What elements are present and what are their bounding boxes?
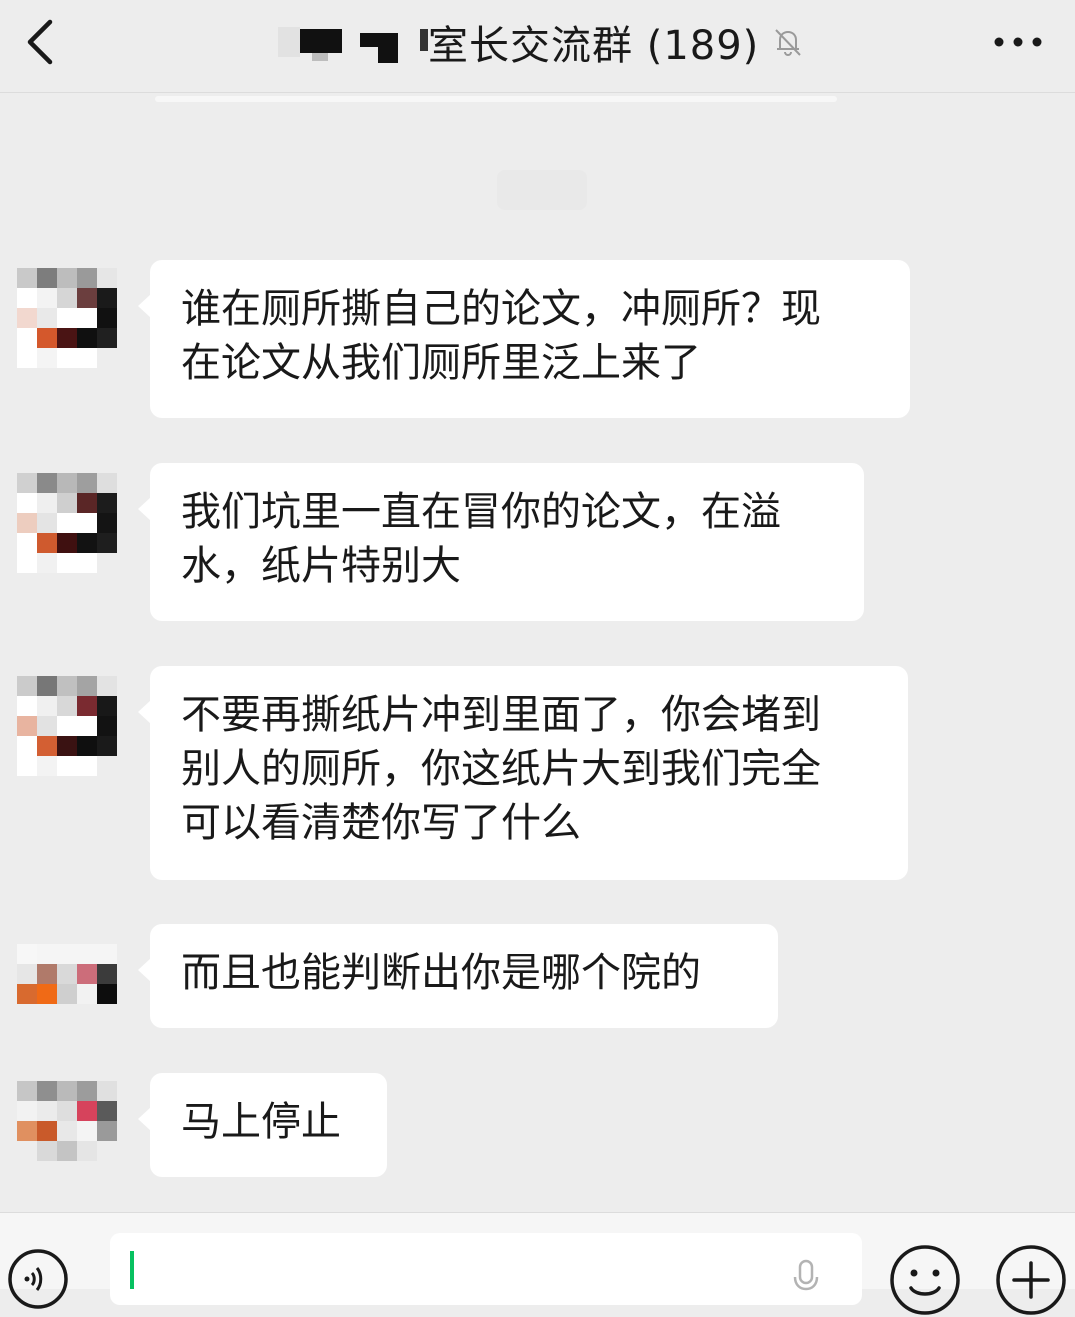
- message-bubble[interactable]: 马上停止: [138, 1073, 387, 1177]
- chat-title: 室长交流群 (189): [428, 23, 760, 69]
- avatar[interactable]: [17, 1061, 117, 1161]
- avatar[interactable]: [17, 676, 117, 776]
- emoji-icon[interactable]: [888, 1243, 962, 1317]
- message-bubble[interactable]: 我们坑里一直在冒你的论文，在溢 水，纸片特别大: [138, 463, 864, 621]
- chat-title-area[interactable]: 室长交流群 (189): [278, 14, 805, 70]
- avatar[interactable]: [17, 473, 117, 573]
- faded-timestamp: [497, 170, 587, 210]
- message-bubble[interactable]: 而且也能判断出你是哪个院的: [138, 924, 778, 1028]
- chevron-left-icon[interactable]: [18, 14, 66, 70]
- message-bubble[interactable]: 不要再撕纸片冲到里面了，你会堵到 别人的厕所，你这纸片大到我们完全 可以看清楚你…: [138, 666, 908, 880]
- voice-icon[interactable]: [6, 1247, 70, 1311]
- message-input[interactable]: [110, 1233, 862, 1305]
- avatar[interactable]: [17, 268, 117, 368]
- chat-input-bar: [0, 1212, 1075, 1315]
- pinned-bar: [155, 96, 837, 102]
- redacted-title-prefix: [278, 19, 428, 65]
- text-caret: [130, 1251, 134, 1289]
- chat-header: 室长交流群 (189): [0, 0, 1075, 93]
- mic-icon[interactable]: [790, 1257, 822, 1297]
- message-bubble[interactable]: 谁在厕所撕自己的论文，冲厕所？现 在论文从我们厕所里泛上来了: [138, 260, 910, 418]
- avatar[interactable]: [17, 924, 117, 1024]
- bell-muted-icon: [775, 29, 802, 57]
- plus-icon[interactable]: [994, 1243, 1068, 1317]
- more-dots-icon[interactable]: [991, 22, 1045, 62]
